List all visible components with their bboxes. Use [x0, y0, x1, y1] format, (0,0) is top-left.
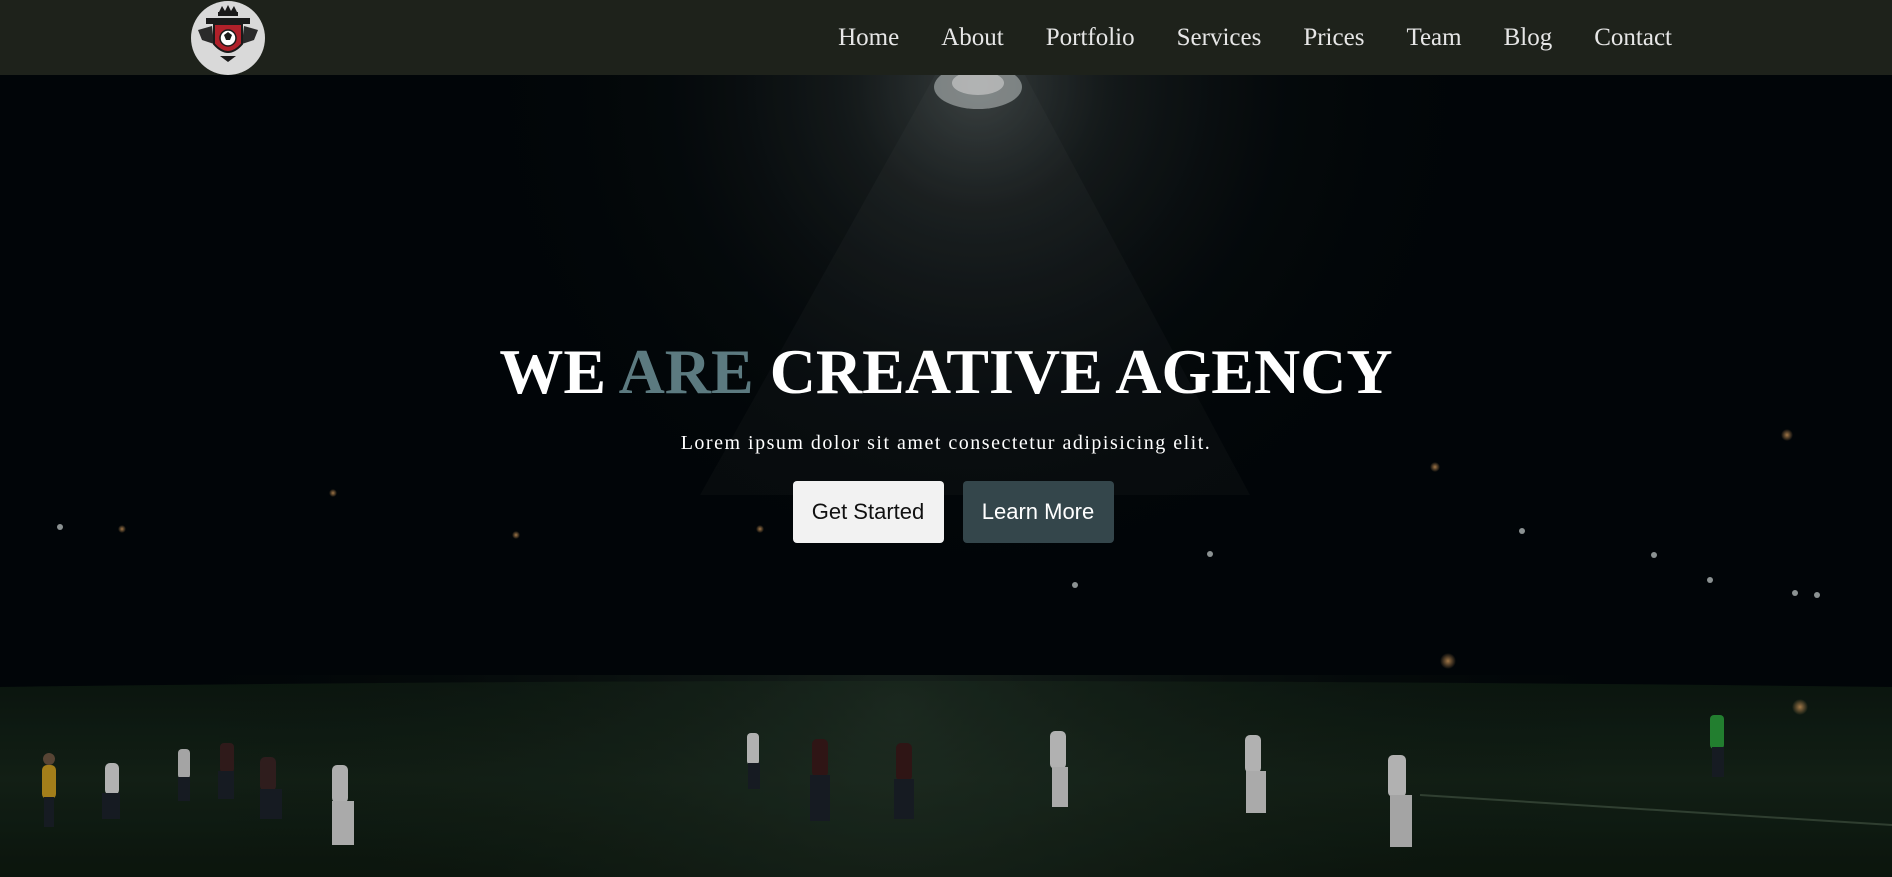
- get-started-button[interactable]: Get Started: [792, 481, 944, 543]
- hero-buttons: Get Started Learn More: [0, 481, 1892, 543]
- nav-link-prices[interactable]: Prices: [1303, 24, 1364, 52]
- main-nav: Home About Portfolio Services Prices Tea…: [838, 0, 1672, 75]
- nav-link-blog[interactable]: Blog: [1504, 24, 1553, 52]
- nav-link-portfolio[interactable]: Portfolio: [1046, 24, 1135, 52]
- hero-headline: WE ARE CREATIVE AGENCY: [0, 337, 1892, 407]
- hero-subtitle: Lorem ipsum dolor sit amet consectetur a…: [680, 432, 1212, 454]
- nav-link-home[interactable]: Home: [838, 24, 899, 52]
- nav-link-services[interactable]: Services: [1177, 24, 1262, 52]
- hero-section: WE ARE CREATIVE AGENCY Lorem ipsum dolor…: [0, 75, 1892, 877]
- page: Home About Portfolio Services Prices Tea…: [0, 0, 1892, 877]
- hero-content: WE ARE CREATIVE AGENCY Lorem ipsum dolor…: [0, 75, 1892, 877]
- nav-link-team[interactable]: Team: [1406, 24, 1461, 52]
- nav-link-about[interactable]: About: [941, 24, 1004, 52]
- navbar: Home About Portfolio Services Prices Tea…: [0, 0, 1892, 75]
- soccer-club-crest-icon: [191, 1, 265, 75]
- learn-more-button[interactable]: Learn More: [962, 481, 1114, 543]
- headline-part-1: WE: [499, 336, 619, 407]
- logo[interactable]: [190, 0, 266, 75]
- nav-link-contact[interactable]: Contact: [1594, 24, 1672, 52]
- headline-accent: ARE: [618, 336, 754, 407]
- headline-part-2: CREATIVE AGENCY: [753, 336, 1393, 407]
